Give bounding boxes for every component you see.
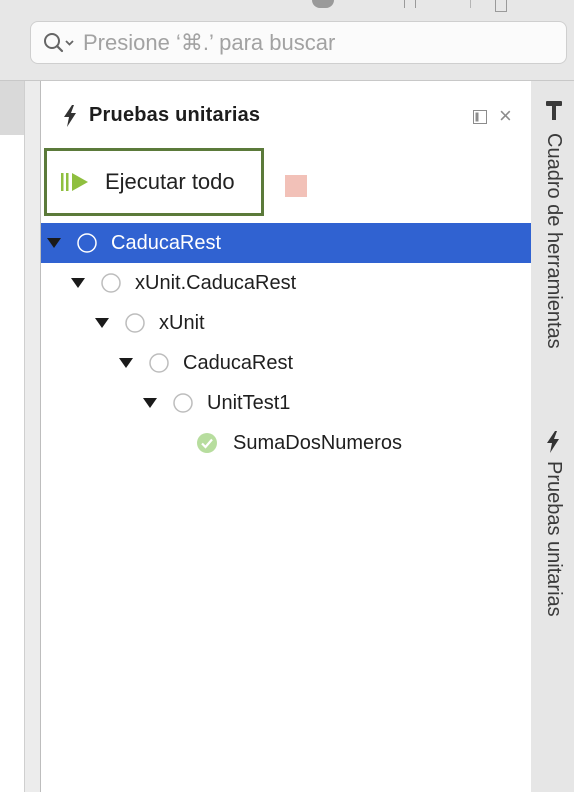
dock-toggle-icon[interactable] xyxy=(473,110,487,129)
run-all-button[interactable]: Ejecutar todo xyxy=(44,148,264,216)
run-all-icon xyxy=(61,170,93,194)
tree-row-label: CaducaRest xyxy=(111,231,222,254)
dock-tab-toolbox-label: Cuadro de herramientas xyxy=(543,133,565,349)
dock-tab-unit-tests[interactable]: Pruebas unitarias xyxy=(531,431,574,651)
not-run-circle-icon xyxy=(149,353,169,373)
tree-row-label: CaducaRest xyxy=(183,351,294,374)
right-dock-bar: Cuadro de herramientas Pruebas unitarias xyxy=(531,81,574,792)
tree-row-label: xUnit.CaducaRest xyxy=(135,271,297,294)
lightning-icon xyxy=(63,105,77,132)
pad-title: Pruebas unitarias xyxy=(89,104,261,126)
toolbar-button-partial[interactable] xyxy=(312,0,334,8)
tree-row[interactable]: xUnit xyxy=(41,303,531,343)
dock-tab-unit-tests-label: Pruebas unitarias xyxy=(543,461,565,617)
disclosure-triangle-icon[interactable] xyxy=(71,277,85,289)
search-icon[interactable] xyxy=(43,32,77,54)
tree-row[interactable]: CaducaRest xyxy=(41,343,531,383)
disclosure-triangle-icon[interactable] xyxy=(47,237,61,249)
tree-row[interactable]: UnitTest1 xyxy=(41,383,531,423)
dock-tab-toolbox[interactable]: Cuadro de herramientas xyxy=(531,99,574,389)
hammer-icon xyxy=(544,99,564,126)
stop-button[interactable] xyxy=(285,175,307,197)
editor-gutter xyxy=(0,81,24,135)
tree-row[interactable]: SumaDosNumeros xyxy=(41,423,531,463)
lightning-icon xyxy=(546,431,560,458)
tree-row-label: SumaDosNumeros xyxy=(233,431,402,454)
disclosure-triangle-icon[interactable] xyxy=(119,357,133,369)
not-run-circle-icon xyxy=(77,233,97,253)
tree-row-label: xUnit xyxy=(159,311,205,334)
not-run-circle-icon xyxy=(125,313,145,333)
editor-area xyxy=(0,81,25,792)
run-all-label: Ejecutar todo xyxy=(105,169,235,194)
search-input[interactable] xyxy=(77,29,566,56)
tree-row-label: UnitTest1 xyxy=(207,391,291,414)
main-toolbar xyxy=(0,0,574,81)
toolbar-button-partial[interactable] xyxy=(495,0,507,12)
not-run-circle-icon xyxy=(173,393,193,413)
disclosure-triangle-icon[interactable] xyxy=(95,317,109,329)
tree-row[interactable]: xUnit.CaducaRest xyxy=(41,263,531,303)
close-icon[interactable]: × xyxy=(499,105,512,127)
not-run-circle-icon xyxy=(101,273,121,293)
pad-header: Pruebas unitarias × xyxy=(41,81,531,147)
unit-tests-pad: Pruebas unitarias × Ejecutar todo Caduca… xyxy=(40,81,532,792)
disclosure-triangle-icon[interactable] xyxy=(143,397,157,409)
toolbar-divider xyxy=(470,0,471,8)
toolbar-button-partial[interactable] xyxy=(404,0,416,8)
tree-row[interactable]: CaducaRest xyxy=(41,223,531,263)
search-box[interactable] xyxy=(30,21,567,64)
passed-check-icon xyxy=(197,433,217,453)
